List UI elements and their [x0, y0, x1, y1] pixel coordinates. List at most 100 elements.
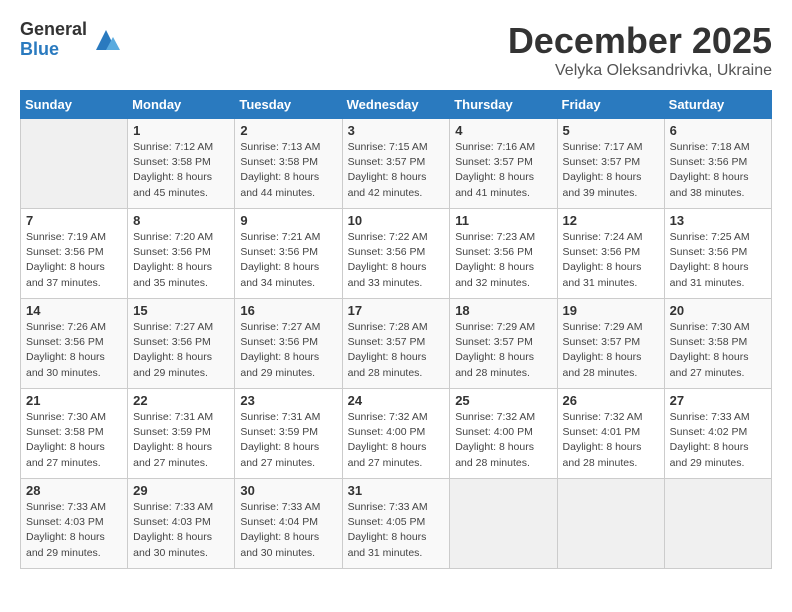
day-info: Sunrise: 7:25 AM Sunset: 3:56 PM Dayligh…: [670, 230, 766, 291]
day-number: 15: [133, 303, 229, 318]
calendar-cell: 1 Sunrise: 7:12 AM Sunset: 3:58 PM Daylig…: [128, 119, 235, 209]
logo-blue-text: Blue: [20, 40, 87, 60]
calendar-cell: 13 Sunrise: 7:25 AM Sunset: 3:56 PM Dayli…: [664, 209, 771, 299]
header-thursday: Thursday: [450, 91, 557, 119]
day-info: Sunrise: 7:33 AM Sunset: 4:04 PM Dayligh…: [240, 500, 336, 561]
day-number: 13: [670, 213, 766, 228]
calendar-cell: 12 Sunrise: 7:24 AM Sunset: 3:56 PM Dayli…: [557, 209, 664, 299]
day-info: Sunrise: 7:13 AM Sunset: 3:58 PM Dayligh…: [240, 140, 336, 201]
calendar-cell: 27Sunrise: 7:33 AM Sunset: 4:02 PM Dayli…: [664, 389, 771, 479]
day-number: 25: [455, 393, 551, 408]
day-number: 9: [240, 213, 336, 228]
calendar-cell: [557, 479, 664, 569]
day-info: Sunrise: 7:31 AM Sunset: 3:59 PM Dayligh…: [240, 410, 336, 471]
day-number: 31: [348, 483, 445, 498]
title-block: December 2025 Velyka Oleksandrivka, Ukra…: [508, 20, 772, 80]
day-info: Sunrise: 7:23 AM Sunset: 3:56 PM Dayligh…: [455, 230, 551, 291]
day-number: 26: [563, 393, 659, 408]
calendar-week-row: 28 Sunrise: 7:33 AM Sunset: 4:03 PM Dayli…: [21, 479, 772, 569]
calendar-cell: [450, 479, 557, 569]
calendar-cell: 28 Sunrise: 7:33 AM Sunset: 4:03 PM Dayli…: [21, 479, 128, 569]
calendar-cell: 3 Sunrise: 7:15 AM Sunset: 3:57 PM Daylig…: [342, 119, 450, 209]
day-number: 11: [455, 213, 551, 228]
header-saturday: Saturday: [664, 91, 771, 119]
calendar-cell: 6 Sunrise: 7:18 AM Sunset: 3:56 PM Daylig…: [664, 119, 771, 209]
day-number: 18: [455, 303, 551, 318]
calendar-cell: 11 Sunrise: 7:23 AM Sunset: 3:56 PM Dayli…: [450, 209, 557, 299]
calendar-cell: 20Sunrise: 7:30 AM Sunset: 3:58 PM Dayli…: [664, 299, 771, 389]
day-info: Sunrise: 7:24 AM Sunset: 3:56 PM Dayligh…: [563, 230, 659, 291]
calendar-cell: 23 Sunrise: 7:31 AM Sunset: 3:59 PM Dayli…: [235, 389, 342, 479]
calendar-cell: 15 Sunrise: 7:27 AM Sunset: 3:56 PM Dayli…: [128, 299, 235, 389]
day-info: Sunrise: 7:33 AM Sunset: 4:05 PM Dayligh…: [348, 500, 445, 561]
header-sunday: Sunday: [21, 91, 128, 119]
day-number: 12: [563, 213, 659, 228]
day-number: 4: [455, 123, 551, 138]
day-info: Sunrise: 7:18 AM Sunset: 3:56 PM Dayligh…: [670, 140, 766, 201]
calendar-cell: 8 Sunrise: 7:20 AM Sunset: 3:56 PM Daylig…: [128, 209, 235, 299]
subtitle: Velyka Oleksandrivka, Ukraine: [508, 62, 772, 80]
day-info: Sunrise: 7:27 AM Sunset: 3:56 PM Dayligh…: [240, 320, 336, 381]
day-number: 29: [133, 483, 229, 498]
day-number: 5: [563, 123, 659, 138]
calendar-cell: 31 Sunrise: 7:33 AM Sunset: 4:05 PM Dayli…: [342, 479, 450, 569]
day-info: Sunrise: 7:33 AM Sunset: 4:03 PM Dayligh…: [133, 500, 229, 561]
header-tuesday: Tuesday: [235, 91, 342, 119]
logo-icon: [91, 25, 121, 55]
day-number: 8: [133, 213, 229, 228]
day-info: Sunrise: 7:21 AM Sunset: 3:56 PM Dayligh…: [240, 230, 336, 291]
day-info: Sunrise: 7:15 AM Sunset: 3:57 PM Dayligh…: [348, 140, 445, 201]
calendar-cell: 14Sunrise: 7:26 AM Sunset: 3:56 PM Dayli…: [21, 299, 128, 389]
calendar-cell: [21, 119, 128, 209]
calendar-week-row: 14Sunrise: 7:26 AM Sunset: 3:56 PM Dayli…: [21, 299, 772, 389]
day-number: 1: [133, 123, 229, 138]
day-info: Sunrise: 7:29 AM Sunset: 3:57 PM Dayligh…: [563, 320, 659, 381]
day-info: Sunrise: 7:19 AM Sunset: 3:56 PM Dayligh…: [26, 230, 122, 291]
day-info: Sunrise: 7:32 AM Sunset: 4:00 PM Dayligh…: [455, 410, 551, 471]
day-number: 6: [670, 123, 766, 138]
day-info: Sunrise: 7:30 AM Sunset: 3:58 PM Dayligh…: [26, 410, 122, 471]
day-number: 28: [26, 483, 122, 498]
day-number: 21: [26, 393, 122, 408]
day-info: Sunrise: 7:16 AM Sunset: 3:57 PM Dayligh…: [455, 140, 551, 201]
day-info: Sunrise: 7:33 AM Sunset: 4:02 PM Dayligh…: [670, 410, 766, 471]
day-number: 17: [348, 303, 445, 318]
month-title: December 2025: [508, 20, 772, 62]
calendar-cell: 21 Sunrise: 7:30 AM Sunset: 3:58 PM Dayli…: [21, 389, 128, 479]
day-number: 14: [26, 303, 122, 318]
calendar-week-row: 21 Sunrise: 7:30 AM Sunset: 3:58 PM Dayli…: [21, 389, 772, 479]
day-info: Sunrise: 7:20 AM Sunset: 3:56 PM Dayligh…: [133, 230, 229, 291]
calendar-cell: 4 Sunrise: 7:16 AM Sunset: 3:57 PM Daylig…: [450, 119, 557, 209]
day-info: Sunrise: 7:28 AM Sunset: 3:57 PM Dayligh…: [348, 320, 445, 381]
day-info: Sunrise: 7:22 AM Sunset: 3:56 PM Dayligh…: [348, 230, 445, 291]
calendar-cell: 18 Sunrise: 7:29 AM Sunset: 3:57 PM Dayli…: [450, 299, 557, 389]
day-number: 3: [348, 123, 445, 138]
day-info: Sunrise: 7:33 AM Sunset: 4:03 PM Dayligh…: [26, 500, 122, 561]
day-number: 7: [26, 213, 122, 228]
calendar-cell: 22 Sunrise: 7:31 AM Sunset: 3:59 PM Dayli…: [128, 389, 235, 479]
calendar-cell: 30 Sunrise: 7:33 AM Sunset: 4:04 PM Dayli…: [235, 479, 342, 569]
day-info: Sunrise: 7:32 AM Sunset: 4:00 PM Dayligh…: [348, 410, 445, 471]
calendar-cell: 2 Sunrise: 7:13 AM Sunset: 3:58 PM Daylig…: [235, 119, 342, 209]
logo-general-text: General: [20, 20, 87, 40]
calendar-cell: 17 Sunrise: 7:28 AM Sunset: 3:57 PM Dayli…: [342, 299, 450, 389]
calendar-cell: 26 Sunrise: 7:32 AM Sunset: 4:01 PM Dayli…: [557, 389, 664, 479]
day-number: 2: [240, 123, 336, 138]
page-header: General Blue December 2025 Velyka Oleksa…: [20, 20, 772, 80]
day-info: Sunrise: 7:31 AM Sunset: 3:59 PM Dayligh…: [133, 410, 229, 471]
logo: General Blue: [20, 20, 121, 60]
day-info: Sunrise: 7:12 AM Sunset: 3:58 PM Dayligh…: [133, 140, 229, 201]
day-number: 30: [240, 483, 336, 498]
header-monday: Monday: [128, 91, 235, 119]
day-number: 24: [348, 393, 445, 408]
day-info: Sunrise: 7:27 AM Sunset: 3:56 PM Dayligh…: [133, 320, 229, 381]
calendar-week-row: 1 Sunrise: 7:12 AM Sunset: 3:58 PM Daylig…: [21, 119, 772, 209]
day-info: Sunrise: 7:29 AM Sunset: 3:57 PM Dayligh…: [455, 320, 551, 381]
day-number: 23: [240, 393, 336, 408]
day-info: Sunrise: 7:30 AM Sunset: 3:58 PM Dayligh…: [670, 320, 766, 381]
calendar-cell: 24 Sunrise: 7:32 AM Sunset: 4:00 PM Dayli…: [342, 389, 450, 479]
calendar-cell: 9 Sunrise: 7:21 AM Sunset: 3:56 PM Daylig…: [235, 209, 342, 299]
day-number: 22: [133, 393, 229, 408]
day-info: Sunrise: 7:32 AM Sunset: 4:01 PM Dayligh…: [563, 410, 659, 471]
calendar-cell: 25 Sunrise: 7:32 AM Sunset: 4:00 PM Dayli…: [450, 389, 557, 479]
